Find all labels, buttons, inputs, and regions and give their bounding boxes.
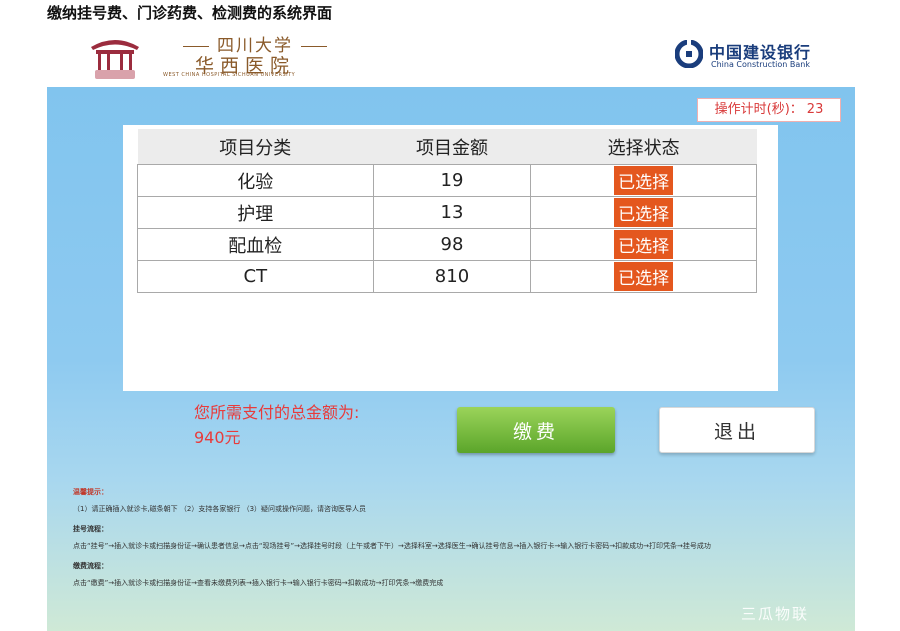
- bank-logo-icon: [675, 40, 703, 68]
- item-amount: 98: [372, 228, 532, 261]
- exit-button[interactable]: 退出: [659, 407, 815, 453]
- table-row[interactable]: 配血检 98 已选择: [137, 228, 757, 261]
- item-category: CT: [137, 260, 374, 293]
- tips-section: 温馨提示： （1）请正确插入就诊卡,磁条朝下 （2）支持各家银行 （3）疑问或操…: [73, 487, 833, 598]
- watermark-text: 三瓜物联: [741, 605, 810, 623]
- selected-status-badge[interactable]: 已选择: [614, 230, 674, 259]
- registration-steps: 点击“挂号”→插入就诊卡或扫描身份证→确认患者信息→点击“现场挂号”→选择挂号时…: [73, 542, 711, 550]
- items-panel: 项目分类 项目金额 选择状态 化验 19 已选择 护理 13 已选择 配血检 9…: [123, 125, 778, 391]
- payment-steps: 点击“缴费”→插入就诊卡或扫描身份证→查看未缴费列表→插入银行卡→输入银行卡密码…: [73, 579, 444, 587]
- item-category: 护理: [137, 196, 374, 229]
- bank-name-en: China Construction Bank: [711, 60, 810, 69]
- timer-value: 23: [806, 102, 824, 117]
- item-category: 配血检: [137, 228, 374, 261]
- item-amount: 19: [372, 164, 532, 197]
- item-category: 化验: [137, 164, 374, 197]
- table-row[interactable]: CT 810 已选择: [137, 260, 757, 293]
- item-amount: 810: [372, 260, 532, 293]
- operation-timer: 操作计时(秒)： 23: [697, 98, 841, 122]
- table-row[interactable]: 护理 13 已选择: [137, 196, 757, 229]
- hospital-logo-icon: [91, 40, 139, 79]
- payment-heading: 缴费流程：: [73, 562, 108, 570]
- total-amount-value: 940元: [194, 428, 241, 447]
- col-header-status: 选择状态: [530, 129, 757, 165]
- header-bar: 四川大学 华西医院 WEST CHINA HOSPITAL SICHUAN UN…: [47, 27, 855, 87]
- item-amount: 13: [372, 196, 532, 229]
- registration-heading: 挂号流程：: [73, 525, 108, 533]
- selected-status-badge[interactable]: 已选择: [614, 166, 674, 195]
- tips-notice: （1）请正确插入就诊卡,磁条朝下 （2）支持各家银行 （3）疑问或操作问题，请咨…: [73, 505, 367, 513]
- col-header-amount: 项目金额: [373, 129, 531, 165]
- items-table: 项目分类 项目金额 选择状态 化验 19 已选择 护理 13 已选择 配血检 9…: [137, 129, 757, 293]
- timer-label: 操作计时(秒)：: [714, 102, 803, 117]
- selected-status-badge[interactable]: 已选择: [614, 262, 674, 291]
- hospital-name-en: WEST CHINA HOSPITAL SICHUAN UNIVERSITY: [163, 72, 296, 78]
- page-heading: 缴纳挂号费、门诊药费、检测费的系统界面: [47, 4, 333, 22]
- kiosk-screen: 四川大学 华西医院 WEST CHINA HOSPITAL SICHUAN UN…: [47, 27, 855, 631]
- selected-status-badge[interactable]: 已选择: [614, 198, 674, 227]
- tips-heading: 温馨提示：: [73, 488, 108, 496]
- table-header-row: 项目分类 项目金额 选择状态: [137, 129, 757, 165]
- table-row[interactable]: 化验 19 已选择: [137, 164, 757, 197]
- total-amount-label: 您所需支付的总金额为:: [194, 403, 360, 422]
- pay-button[interactable]: 缴费: [457, 407, 615, 453]
- col-header-category: 项目分类: [137, 129, 374, 165]
